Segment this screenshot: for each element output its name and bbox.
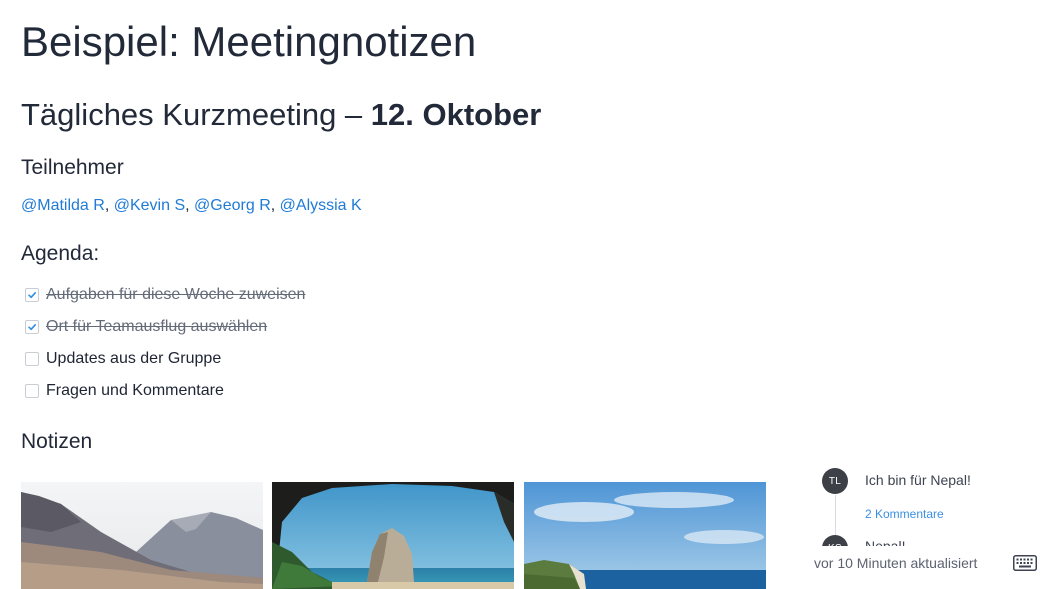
- mountain-photo[interactable]: [21, 482, 263, 589]
- mention-alyssia[interactable]: @Alyssia K: [280, 197, 362, 214]
- avatar-tl[interactable]: TL: [822, 468, 848, 494]
- checkbox-unchecked[interactable]: [25, 384, 39, 398]
- mention-kevin[interactable]: @Kevin S: [114, 197, 185, 214]
- agenda-item-label: Ort für Teamausflug auswählen: [46, 318, 268, 335]
- mention-matilda[interactable]: @Matilda R: [21, 197, 105, 214]
- check-icon: [28, 324, 36, 331]
- agenda-item-label: Aufgaben für diese Woche zuweisen: [46, 286, 306, 303]
- checkbox-checked[interactable]: [25, 320, 39, 334]
- meeting-heading-prefix: Tägliches Kurzmeeting –: [21, 97, 371, 132]
- last-updated-text: vor 10 Minuten aktualisiert: [814, 555, 978, 571]
- page-title: Beispiel: Meetingnotizen: [21, 18, 477, 65]
- mention-separator: ,: [185, 197, 190, 214]
- agenda-item: Updates aus der Gruppe: [25, 348, 221, 370]
- mention-georg[interactable]: @Georg R: [194, 197, 271, 214]
- mention-separator: ,: [104, 197, 110, 214]
- participants-heading: Teilnehmer: [21, 156, 124, 179]
- agenda-heading: Agenda:: [21, 242, 100, 265]
- agenda-item: Aufgaben für diese Woche zuweisen: [25, 284, 305, 306]
- comment-text[interactable]: Ich bin für Nepal!: [865, 472, 971, 488]
- agenda-item: Ort für Teamausflug auswählen: [25, 316, 267, 338]
- meeting-heading: Tägliches Kurzmeeting – 12. Oktober: [21, 97, 541, 133]
- checkbox-checked[interactable]: [25, 288, 39, 302]
- check-icon: [28, 292, 36, 299]
- agenda-item-label: Updates aus der Gruppe: [46, 350, 222, 367]
- status-bar: vor 10 Minuten aktualisiert: [806, 546, 1051, 582]
- meeting-date: 12. Oktober: [370, 97, 542, 132]
- participants-list: @Matilda R, @Kevin S, @Georg R, @Alyssia…: [21, 197, 362, 215]
- comment-count-link[interactable]: 2 Kommentare: [865, 507, 944, 521]
- checkbox-unchecked[interactable]: [25, 352, 39, 366]
- notes-heading: Notizen: [21, 430, 93, 453]
- keyboard-icon[interactable]: [1013, 555, 1037, 571]
- sea-cave-photo[interactable]: [272, 482, 514, 589]
- coast-photo[interactable]: [524, 482, 766, 589]
- agenda-item: Fragen und Kommentare: [25, 380, 224, 402]
- agenda-item-label: Fragen und Kommentare: [46, 382, 224, 399]
- mention-separator: ,: [270, 197, 276, 214]
